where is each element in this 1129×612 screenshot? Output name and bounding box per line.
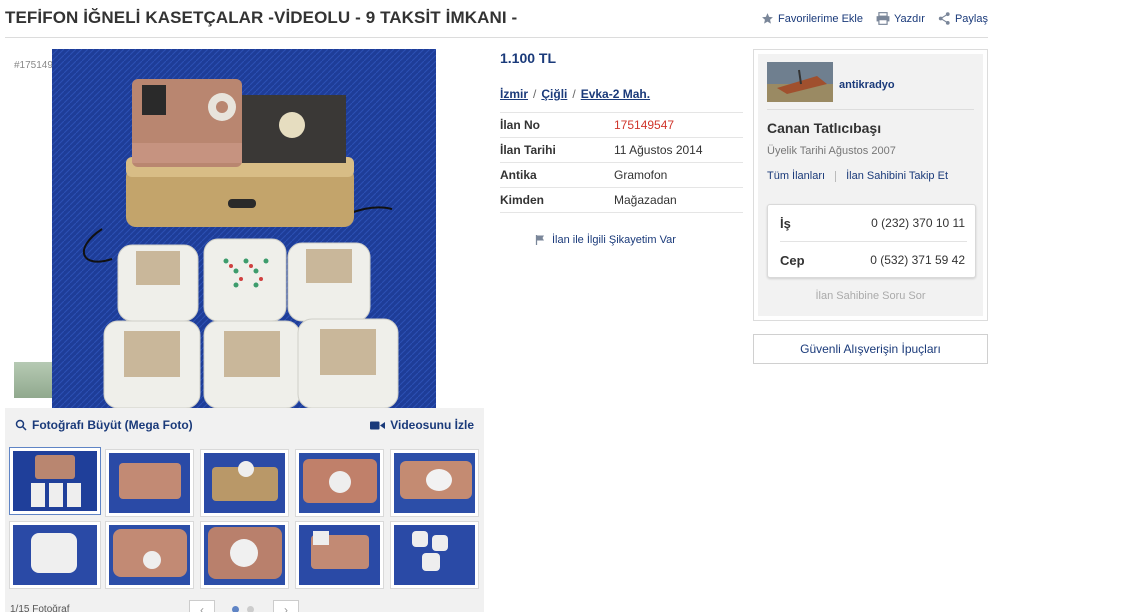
- enlarge-photo-label: Fotoğrafı Büyüt (Mega Foto): [32, 418, 193, 432]
- magnifier-icon: [15, 419, 27, 431]
- boat-photo-icon: [767, 62, 833, 102]
- seller-username-link[interactable]: antikradyo: [839, 79, 895, 91]
- detail-row: Antika Gramofon: [500, 163, 743, 188]
- watch-video-label: Videosunu İzle: [390, 418, 474, 432]
- thumbnail-9[interactable]: [295, 521, 384, 589]
- detail-row: İlan No 175149547: [500, 113, 743, 138]
- top-actions: Favorilerime Ekle Yazdır Paylaş: [761, 12, 988, 25]
- thumbnail-2[interactable]: [105, 449, 194, 517]
- location-breadcrumb: İzmir / Çiğli / Evka-2 Mah.: [500, 87, 650, 101]
- print-label: Yazdır: [893, 12, 925, 25]
- phone-row-mobile: Cep 0 (532) 371 59 42: [780, 242, 965, 278]
- detail-value: Mağazadan: [614, 193, 677, 207]
- thumbnail-7[interactable]: [105, 521, 194, 589]
- star-icon: [762, 13, 773, 24]
- seller-avatar[interactable]: [767, 62, 833, 102]
- breadcrumb-separator: /: [572, 87, 576, 101]
- thumbnail-1[interactable]: [9, 447, 101, 515]
- phone-number[interactable]: 0 (532) 371 59 42: [870, 253, 965, 267]
- detail-row: İlan Tarihi 11 Ağustos 2014: [500, 138, 743, 163]
- phone-number[interactable]: 0 (232) 370 10 11: [871, 216, 965, 230]
- breadcrumb-separator: /: [533, 87, 537, 101]
- share-button[interactable]: Paylaş: [938, 12, 988, 25]
- previous-photo-button[interactable]: ‹: [189, 600, 215, 612]
- detail-value: Gramofon: [614, 168, 668, 182]
- watch-video-button[interactable]: Videosunu İzle: [370, 418, 474, 432]
- pager-dot[interactable]: [247, 606, 254, 612]
- photo-count: 1/15 Fotoğraf: [10, 604, 70, 612]
- member-since: Üyelik Tarihi Ağustos 2007: [767, 145, 896, 157]
- detail-row: Kimden Mağazadan: [500, 188, 743, 213]
- follow-seller-link[interactable]: İlan Sahibini Takip Et: [846, 170, 948, 182]
- report-listing-link[interactable]: İlan ile İlgili Şikayetim Var: [534, 234, 676, 246]
- seller-name: Canan Tatlıcıbaşı: [767, 120, 882, 136]
- main-photo[interactable]: [52, 49, 436, 408]
- printer-icon: [876, 12, 890, 25]
- thumbnail-10[interactable]: [390, 521, 479, 589]
- phone-label: İş: [780, 215, 791, 231]
- enlarge-photo-button[interactable]: Fotoğrafı Büyüt (Mega Foto): [15, 418, 193, 432]
- phone-label: Cep: [780, 252, 805, 268]
- seller-panel: antikradyo Canan Tatlıcıbaşı Üyelik Tari…: [753, 49, 988, 321]
- listing-title: TEFİFON İĞNELİ KASETÇALAR -VİDEOLU - 9 T…: [5, 8, 518, 27]
- price: 1.100 TL: [500, 50, 557, 66]
- all-listings-link[interactable]: Tüm İlanları: [767, 170, 825, 182]
- detail-key: Antika: [500, 168, 537, 182]
- next-photo-button[interactable]: ›: [273, 600, 299, 612]
- seller-links: Tüm İlanları İlan Sahibini Takip Et: [767, 170, 948, 182]
- phone-row-work: İş 0 (232) 370 10 11: [780, 205, 965, 241]
- location-district-link[interactable]: Çiğli: [541, 87, 567, 101]
- gallery-toolbar: Fotoğrafı Büyüt (Mega Foto) Videosunu İz…: [5, 408, 484, 442]
- pager-dot-active[interactable]: [232, 606, 239, 612]
- share-icon: [938, 12, 950, 25]
- print-button[interactable]: Yazdır: [876, 12, 925, 25]
- report-listing-label: İlan ile İlgili Şikayetim Var: [552, 234, 676, 246]
- thumbnail-6[interactable]: [9, 521, 101, 589]
- thumbnail-5[interactable]: [390, 449, 479, 517]
- listing-number: 175149547: [614, 118, 675, 132]
- listing-details-table: İlan No 175149547 İlan Tarihi 11 Ağustos…: [500, 112, 743, 213]
- safe-shopping-tips-button[interactable]: Güvenli Alışverişin İpuçları: [753, 334, 988, 364]
- detail-key: Kimden: [500, 193, 545, 207]
- thumbnail-3[interactable]: [200, 449, 289, 517]
- detail-key: İlan No: [500, 118, 541, 132]
- thumbnail-strip: [5, 442, 484, 612]
- location-city-link[interactable]: İzmir: [500, 87, 528, 101]
- link-separator: [835, 170, 837, 182]
- title-divider: [5, 37, 988, 38]
- seller-divider: [767, 109, 974, 110]
- detail-value: 11 Ağustos 2014: [614, 143, 703, 157]
- gramophone-photo-icon: [52, 49, 436, 408]
- seller-panel-inner: antikradyo Canan Tatlıcıbaşı Üyelik Tari…: [758, 54, 983, 316]
- video-camera-icon: [370, 421, 386, 429]
- location-neighborhood-link[interactable]: Evka-2 Mah.: [581, 87, 650, 101]
- ask-seller-link[interactable]: İlan Sahibine Soru Sor: [758, 290, 983, 302]
- thumbnail-4[interactable]: [295, 449, 384, 517]
- detail-key: İlan Tarihi: [500, 143, 556, 157]
- phone-card: İş 0 (232) 370 10 11 Cep 0 (532) 371 59 …: [767, 204, 976, 278]
- add-favorite-button[interactable]: Favorilerime Ekle: [761, 12, 863, 25]
- share-label: Paylaş: [954, 12, 988, 25]
- favorite-label: Favorilerime Ekle: [778, 12, 863, 25]
- thumbnail-8[interactable]: [200, 521, 289, 589]
- flag-icon: [535, 235, 544, 245]
